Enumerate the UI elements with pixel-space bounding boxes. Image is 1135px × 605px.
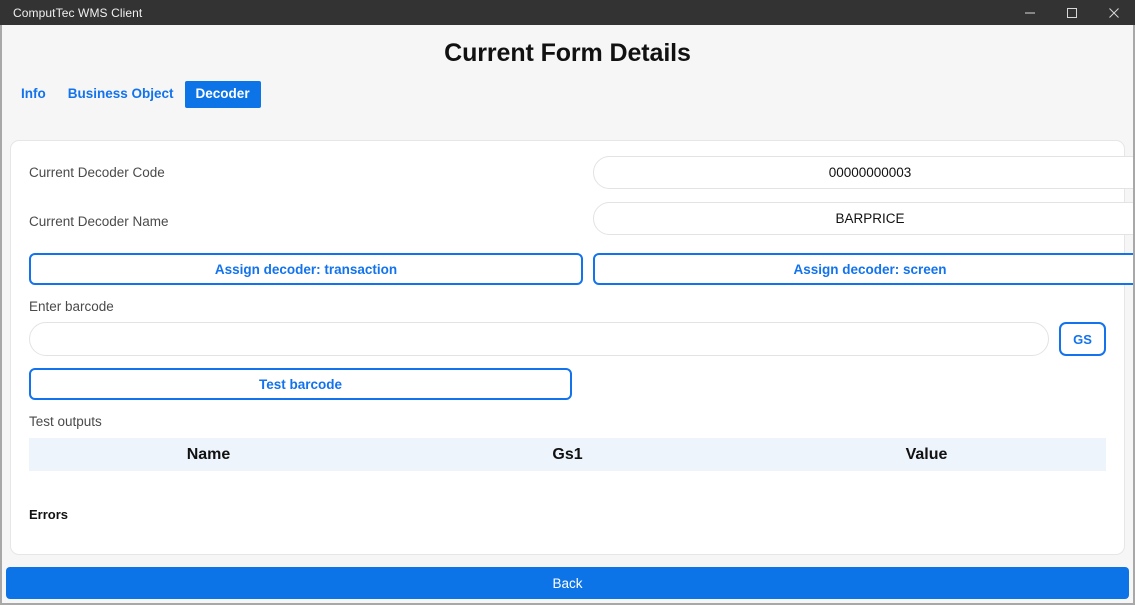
assign-transaction-cell: Assign decoder: transaction (29, 253, 583, 285)
current-decoder-name-label: Current Decoder Name (29, 213, 169, 229)
errors-label: Errors (29, 507, 69, 522)
barcode-row: GS (29, 322, 1106, 356)
current-decoder-code-label: Current Decoder Code (29, 164, 165, 180)
assign-screen-cell: Assign decoder: screen (593, 253, 1133, 285)
test-barcode-button[interactable]: Test barcode (29, 368, 572, 400)
test-outputs-table-header: Name Gs1 Value (29, 438, 1106, 471)
test-outputs-label: Test outputs (29, 414, 102, 429)
assign-decoder-transaction-button[interactable]: Assign decoder: transaction (29, 253, 583, 285)
page-body: Current Form Details Info Business Objec… (0, 25, 1135, 605)
gs-button[interactable]: GS (1059, 322, 1106, 356)
back-button[interactable]: Back (6, 567, 1129, 599)
tab-business-object[interactable]: Business Object (57, 81, 185, 108)
title-bar: ComputTec WMS Client (0, 0, 1135, 25)
barcode-input[interactable] (29, 322, 1049, 356)
test-barcode-row: Test barcode (29, 368, 572, 400)
page-title: Current Form Details (444, 39, 691, 67)
column-header-name: Name (186, 445, 231, 463)
tab-info[interactable]: Info (10, 81, 57, 108)
test-outputs-table-body (29, 471, 1106, 489)
tab-bar: Info Business Object Decoder (2, 81, 1133, 108)
current-decoder-name-value: BARPRICE (593, 202, 1133, 235)
close-icon[interactable] (1093, 0, 1135, 25)
maximize-icon[interactable] (1051, 0, 1093, 25)
decoder-panel: Current Decoder Code 00000000003 Current… (10, 140, 1133, 555)
tab-decoder[interactable]: Decoder (184, 81, 261, 108)
enter-barcode-label: Enter barcode (29, 299, 114, 314)
minimize-icon[interactable] (1009, 0, 1051, 25)
assign-decoder-screen-button[interactable]: Assign decoder: screen (593, 253, 1133, 285)
column-header-gs1: Gs1 (552, 445, 583, 463)
current-decoder-code-value: 00000000003 (593, 156, 1133, 189)
app-window: ComputTec WMS Client Current Form Detail… (0, 0, 1135, 605)
column-header-value: Value (905, 445, 948, 463)
window-title: ComputTec WMS Client (13, 5, 143, 20)
window-controls (1009, 0, 1135, 25)
decoder-fields: Current Decoder Code 00000000003 Current… (29, 141, 1133, 285)
